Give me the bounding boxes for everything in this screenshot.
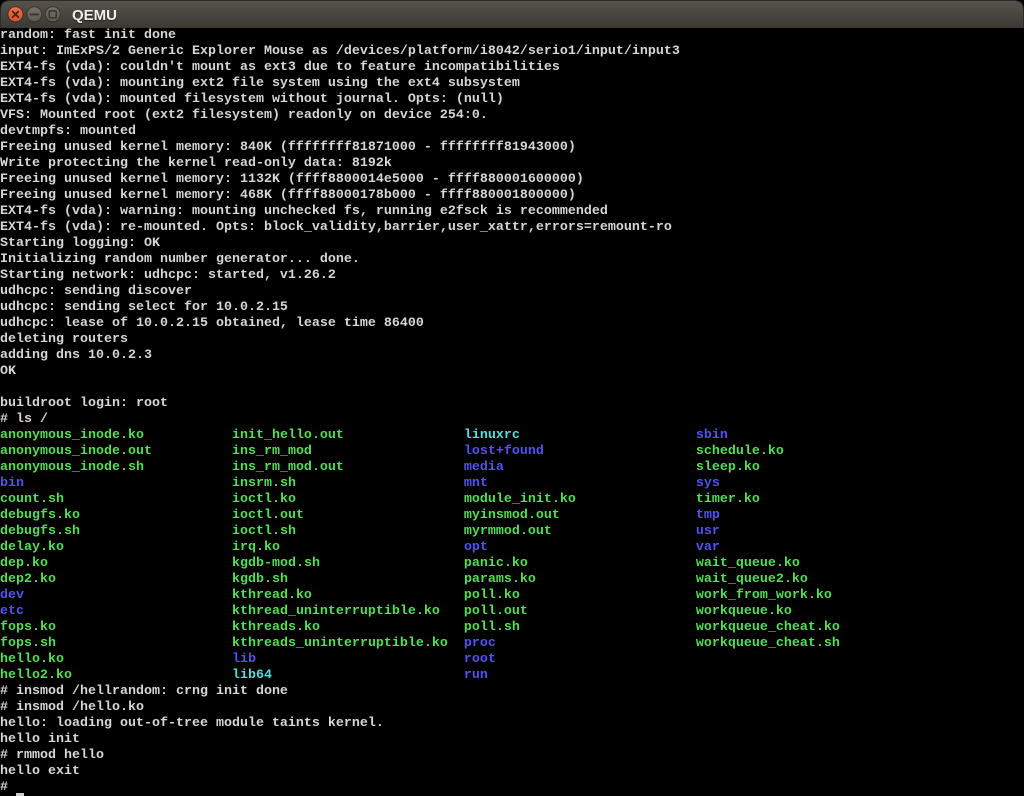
svg-text:QEMU: QEMU — [72, 7, 117, 24]
